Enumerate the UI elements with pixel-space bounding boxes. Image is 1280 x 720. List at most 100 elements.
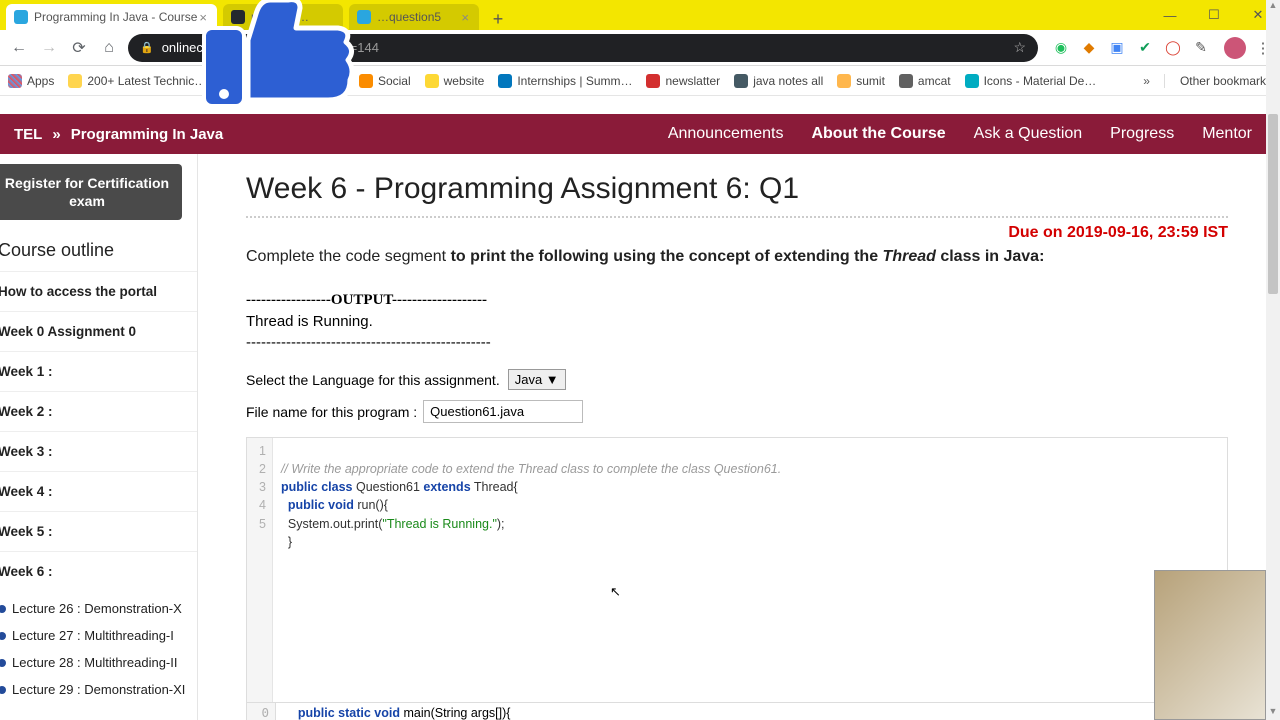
- bookmark-icon: [498, 74, 512, 88]
- sidebar-link-week3[interactable]: Week 3 :: [0, 431, 197, 471]
- lock-icon: 🔒: [140, 41, 154, 54]
- bookmark-item[interactable]: Google: [287, 74, 345, 88]
- maximize-button[interactable]: ☐: [1192, 0, 1236, 30]
- page-scrollbar[interactable]: ▲ ▼: [1266, 0, 1280, 720]
- home-button[interactable]: ⌂: [98, 37, 120, 59]
- minimize-button[interactable]: —: [1148, 0, 1192, 30]
- url-host: onlinecours: [162, 40, 229, 55]
- sidebar-link-week4[interactable]: Week 4 :: [0, 471, 197, 511]
- bookmark-item[interactable]: sumit: [837, 74, 885, 88]
- profile-avatar[interactable]: [1224, 37, 1246, 59]
- sidebar-link-week6[interactable]: Week 6 :: [0, 551, 197, 591]
- scroll-down-icon[interactable]: ▼: [1266, 706, 1280, 720]
- webcam-overlay: [1154, 570, 1266, 720]
- bookmark-item[interactable]: amcat: [899, 74, 951, 88]
- close-tab-icon[interactable]: ×: [459, 10, 471, 25]
- bookmark-item[interactable]: Social: [359, 74, 411, 88]
- browser-tab-active[interactable]: Programming In Java - Course ×: [6, 4, 217, 30]
- brand: TEL: [14, 126, 42, 143]
- scroll-up-icon[interactable]: ▲: [1266, 0, 1280, 14]
- extension-icons: ◉ ◆ ▣ ✔ ◯ ✎: [1046, 39, 1216, 57]
- breadcrumb: TEL » Programming In Java: [14, 126, 223, 143]
- tab-title: Programming In Java - Course: [34, 10, 197, 24]
- nav-progress[interactable]: Progress: [1096, 125, 1188, 143]
- apps-shortcut[interactable]: Apps: [8, 74, 54, 88]
- tab-favicon: [14, 10, 28, 24]
- ext-icon[interactable]: ▣: [1108, 39, 1126, 57]
- filename-label: File name for this program :: [246, 404, 417, 420]
- nav-announcements[interactable]: Announcements: [654, 125, 798, 143]
- course-sidebar: Register for Certification exam Course o…: [0, 154, 198, 720]
- browser-tab[interactable]: nptel201…: [223, 4, 343, 30]
- browser-tab[interactable]: …question5 ×: [349, 4, 479, 30]
- bookmark-item[interactable]: website: [425, 74, 485, 88]
- bookmark-item[interactable]: Internships | Summ…: [498, 74, 632, 88]
- bookmark-icon: [899, 74, 913, 88]
- lecture-link[interactable]: Lecture 26 : Demonstration-X: [0, 595, 197, 622]
- language-select[interactable]: Java ▼: [508, 369, 566, 390]
- course-outline-heading: Course outline: [0, 230, 197, 271]
- ext-icon[interactable]: ✎: [1192, 39, 1210, 57]
- code-area[interactable]: // Write the appropriate code to extend …: [273, 438, 1227, 720]
- sidebar-link-week5[interactable]: Week 5 :: [0, 511, 197, 551]
- bullet-icon: [0, 686, 6, 694]
- nav-ask[interactable]: Ask a Question: [960, 125, 1097, 143]
- bookmark-star-icon[interactable]: ☆: [1013, 39, 1026, 56]
- tab-favicon: [231, 10, 245, 24]
- ext-icon[interactable]: ◆: [1080, 39, 1098, 57]
- ext-icon[interactable]: ◯: [1164, 39, 1182, 57]
- nav-about[interactable]: About the Course: [797, 125, 959, 143]
- sidebar-link-week1[interactable]: Week 1 :: [0, 351, 197, 391]
- window-controls: — ☐ ✕: [1148, 0, 1280, 30]
- bookmark-icon: [965, 74, 979, 88]
- page-title: Week 6 - Programming Assignment 6: Q1: [246, 172, 1228, 206]
- bookmark-icon: [734, 74, 748, 88]
- back-button[interactable]: ←: [8, 37, 30, 59]
- sidebar-link-week0[interactable]: Week 0 Assignment 0: [0, 311, 197, 351]
- week6-sublist: Lecture 26 : Demonstration-X Lecture 27 …: [0, 591, 197, 703]
- nav-mentor[interactable]: Mentor: [1188, 125, 1266, 143]
- window-tab-strip: Programming In Java - Course × nptel201……: [0, 0, 1280, 30]
- bookmark-item[interactable]: PIXEL: [220, 74, 273, 88]
- bookmark-icon: [837, 74, 851, 88]
- course-navbar: TEL » Programming In Java Announcements …: [0, 114, 1280, 154]
- language-label: Select the Language for this assignment.: [246, 372, 500, 388]
- tab-title: nptel201…: [251, 10, 309, 24]
- lecture-link[interactable]: Lecture 29 : Demonstration-XI: [0, 676, 197, 703]
- url-path: gassignment?name=144: [236, 40, 379, 55]
- mouse-cursor-icon: ↖: [610, 584, 620, 598]
- sidebar-link-week2[interactable]: Week 2 :: [0, 391, 197, 431]
- bullet-icon: [0, 605, 6, 613]
- ext-icon[interactable]: ✔: [1136, 39, 1154, 57]
- lecture-link[interactable]: Lecture 28 : Multithreading-II: [0, 649, 197, 676]
- address-bar[interactable]: 🔒 onlinecours gassignment?name=144 ☆: [128, 34, 1038, 62]
- forward-button[interactable]: →: [38, 37, 60, 59]
- lecture-link[interactable]: Lecture 27 : Multithreading-I: [0, 622, 197, 649]
- ext-icon[interactable]: ◉: [1052, 39, 1070, 57]
- bookmark-item[interactable]: Icons - Material De…: [965, 74, 1097, 88]
- course-name: Programming In Java: [71, 126, 224, 143]
- assignment-content: Week 6 - Programming Assignment 6: Q1 Du…: [198, 154, 1280, 720]
- code-editor[interactable]: 1 2 3 4 5 // Write the appropriate code …: [246, 437, 1228, 720]
- new-tab-button[interactable]: +: [485, 8, 511, 30]
- sidebar-link-portal[interactable]: How to access the portal: [0, 271, 197, 311]
- fixed-editor-code: public static void main(String args[]){: [276, 702, 1228, 720]
- bookmarks-overflow-icon[interactable]: »: [1143, 74, 1150, 88]
- browser-toolbar: ← → ⟳ ⌂ 🔒 onlinecours gassignment?name=1…: [0, 30, 1280, 66]
- scrollbar-thumb[interactable]: [1268, 114, 1278, 294]
- output-header: -----------------OUTPUT-----------------…: [246, 292, 1228, 309]
- filename-input[interactable]: [423, 400, 583, 423]
- other-bookmarks[interactable]: Other bookmarks: [1164, 74, 1272, 88]
- register-exam-button[interactable]: Register for Certification exam: [0, 164, 182, 220]
- bookmark-item[interactable]: 200+ Latest Technic…: [68, 74, 206, 88]
- output-separator: ----------------------------------------…: [246, 334, 1228, 351]
- reload-button[interactable]: ⟳: [68, 37, 90, 59]
- tab-title: …question5: [377, 10, 441, 24]
- bookmark-item[interactable]: newslatter: [646, 74, 720, 88]
- bookmark-icon: [287, 74, 301, 88]
- tab-favicon: [357, 10, 371, 24]
- close-tab-icon[interactable]: ×: [197, 10, 209, 25]
- line-gutter: 1 2 3 4 5: [247, 438, 273, 720]
- bookmark-item[interactable]: java notes all: [734, 74, 823, 88]
- bookmark-icon: [359, 74, 373, 88]
